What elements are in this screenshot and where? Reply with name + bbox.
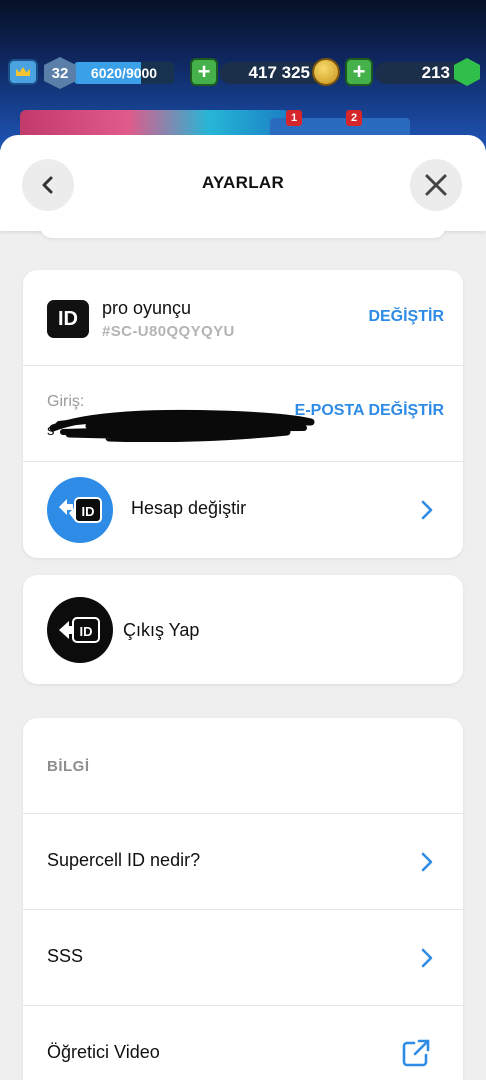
logout-icon: ID — [47, 597, 113, 663]
switch-account-icon: ID — [47, 477, 113, 543]
settings-header: AYARLAR — [0, 135, 486, 231]
add-gold-button[interactable]: + — [190, 58, 218, 86]
logout-arrow-icon: ID — [59, 617, 100, 643]
info-item-label: Öğretici Video — [47, 1042, 160, 1062]
info-item-faq[interactable]: SSS — [23, 910, 463, 1006]
logout-card[interactable]: ID Çıkış Yap — [23, 575, 463, 684]
supercell-id-logo: ID — [47, 300, 89, 338]
player-name: pro oyunçu — [102, 298, 192, 318]
svg-text:ID: ID — [82, 504, 95, 519]
info-card: BİLGİ Supercell ID nedir? SSS Öğretici V… — [23, 718, 463, 1080]
info-item-label: SSS — [47, 946, 84, 966]
login-row: Giriş: s E-POSTA DEĞİŞTİR — [23, 366, 463, 462]
account-card: ID pro oyunçu #SC-U80QQYQYU DEĞİŞTİR Gir… — [23, 270, 463, 558]
gem-counter: 213 — [375, 58, 480, 86]
info-item-what-is-supercell-id[interactable]: Supercell ID nedir? — [23, 814, 463, 910]
swap-arrows-icon: ID — [59, 497, 102, 523]
gold-coin-icon — [312, 58, 340, 86]
account-profile-row: ID pro oyunçu #SC-U80QQYQYU DEĞİŞTİR — [23, 270, 463, 366]
add-gems-button[interactable]: + — [345, 58, 373, 86]
svg-text:ID: ID — [80, 624, 93, 639]
notification-badge: 1 — [286, 110, 302, 126]
player-tag: #SC-U80QQYQYU — [102, 323, 235, 340]
info-item-label: Supercell ID nedir? — [47, 850, 201, 870]
back-button[interactable] — [22, 159, 74, 211]
crown-icon[interactable] — [8, 59, 38, 85]
gem-icon — [454, 58, 480, 86]
close-button[interactable] — [410, 159, 462, 211]
external-link-icon — [402, 1039, 430, 1067]
switch-account-row[interactable]: ID Hesap değiştir — [23, 462, 463, 558]
switch-account-label: Hesap değiştir — [131, 498, 247, 518]
chevron-right-icon — [421, 852, 433, 872]
section-title: BİLGİ — [47, 758, 90, 775]
previous-card-edge — [40, 226, 446, 238]
redaction-scribble — [49, 409, 315, 442]
change-email-button[interactable]: E-POSTA DEĞİŞTİR — [295, 402, 444, 420]
logout-label: Çıkış Yap — [123, 620, 200, 640]
xp-bar: 6020/9000 — [74, 62, 174, 84]
notification-badge: 2 — [346, 110, 362, 126]
change-account-name-button[interactable]: DEĞİŞTİR — [368, 308, 444, 326]
level-badge: 32 — [44, 57, 76, 89]
chevron-left-icon — [42, 176, 53, 194]
xp-text: 6020/9000 — [90, 65, 158, 81]
game-background: 6020/9000 32 417 325 + 213 + 1 2 — [0, 0, 486, 150]
chevron-right-icon — [421, 948, 433, 968]
gold-counter: 417 325 — [220, 58, 340, 86]
close-icon — [425, 174, 447, 196]
info-item-tutorial-video[interactable]: Öğretici Video — [23, 1006, 463, 1080]
gold-amount: 417 325 — [248, 63, 310, 82]
game-hud: 6020/9000 32 417 325 + 213 + — [0, 55, 486, 91]
info-header-row: BİLGİ — [23, 718, 463, 814]
chevron-right-icon — [421, 500, 433, 520]
gem-amount: 213 — [421, 63, 450, 82]
